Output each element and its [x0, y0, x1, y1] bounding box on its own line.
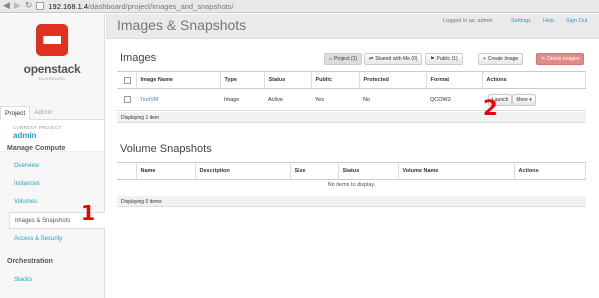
image-name-link[interactable]: TestVM [136, 88, 220, 111]
image-public: Yes [311, 88, 359, 111]
filter-project-button[interactable]: ⌂ Project (1) [324, 53, 363, 65]
annotation-marker-1: 1 [81, 201, 95, 225]
filter-public-label: Public (1) [436, 56, 458, 62]
select-all-cell [117, 71, 137, 89]
dashboard-tabs: Project Admin [0, 106, 104, 120]
col-description[interactable]: Description [195, 162, 291, 180]
snapshots-empty-message: No items to display. [327, 182, 376, 188]
reload-icon[interactable]: ↻ [25, 1, 34, 11]
col-protected[interactable]: Protected [359, 71, 427, 89]
snapshots-table-header: Name Description Size Status Volume Name… [117, 162, 586, 180]
col-image-name[interactable]: Image Name [136, 71, 221, 89]
logo-wordmark: openstack [23, 62, 81, 76]
sidebar: openstack DASHBOARD Project Admin CURREN… [0, 14, 105, 298]
image-format: QCOW2 [426, 88, 482, 111]
image-protected: No [359, 88, 426, 111]
col-volume-name[interactable]: Volume Name [398, 162, 515, 180]
section-manage-compute: Manage Compute [7, 145, 66, 152]
row-select-cell [117, 88, 136, 111]
sidebar-item-access-security[interactable]: Access & Security [14, 236, 62, 242]
filter-shared-button[interactable]: ⇄ Shared with Me (0) [364, 53, 423, 65]
logo-subtitle: DASHBOARD [38, 77, 66, 81]
share-icon: ⇄ [369, 56, 374, 62]
url-path: /dashboard/project/images_and_snapshots/ [88, 1, 234, 11]
delete-images-button[interactable]: ✕ Delete Images [536, 53, 585, 65]
browser-toolbar: ◀ ▶ ↻ 192.168.1.4/dashboard/project/imag… [0, 0, 599, 13]
col-format[interactable]: Format [426, 71, 483, 89]
volume-snapshots-heading: Volume Snapshots [120, 143, 212, 155]
current-project-label: CURRENT PROJECT [13, 125, 62, 130]
settings-link[interactable]: Settings [511, 18, 531, 24]
logged-in-text: Logged in as: admin [443, 18, 493, 24]
page-header: Images & Snapshots Logged in as: admin S… [106, 14, 599, 39]
col-public[interactable]: Public [311, 71, 360, 89]
col-snapshot-status[interactable]: Status [338, 162, 399, 180]
plus-icon: + [483, 56, 486, 62]
row-checkbox[interactable] [124, 96, 131, 103]
volume-snapshots-table: Name Description Size Status Volume Name… [117, 162, 586, 180]
images-table-header: Image Name Type Status Public Protected … [117, 71, 586, 89]
filter-shared-label: Shared with Me (0) [375, 56, 418, 62]
globe-icon: ⚑ [430, 56, 435, 62]
address-bar[interactable]: 192.168.1.4/dashboard/project/images_and… [48, 1, 233, 12]
tab-project[interactable]: Project [0, 106, 31, 120]
forward-icon[interactable]: ▶ [14, 1, 22, 11]
snapshots-select-cell [117, 162, 137, 180]
images-table: Image Name Type Status Public Protected … [117, 71, 586, 111]
create-image-label: Create Image [487, 56, 519, 62]
openstack-cube-icon [36, 24, 68, 56]
trash-icon: ✕ [541, 56, 546, 62]
snapshots-table-footer: Displaying 0 items [117, 196, 586, 207]
col-snapshot-actions: Actions [514, 162, 586, 180]
table-row: TestVM Image Active Yes No QCOW2 Launch M… [117, 88, 586, 111]
back-icon[interactable]: ◀ [3, 1, 11, 11]
sidebar-item-overview[interactable]: Overview [14, 163, 39, 169]
sidebar-item-volumes[interactable]: Volumes [14, 199, 37, 205]
more-dropdown[interactable]: More ▾ [512, 93, 536, 106]
col-actions: Actions [482, 71, 586, 89]
col-size[interactable]: Size [290, 162, 339, 180]
chevron-down-icon: ▾ [529, 96, 532, 103]
current-project-name: admin [13, 131, 37, 140]
create-image-button[interactable]: + Create Image [478, 53, 524, 65]
delete-images-label: Delete Images [547, 56, 580, 62]
url-host: 192.168.1.4 [48, 1, 89, 11]
col-snapshot-name[interactable]: Name [136, 162, 196, 180]
col-type[interactable]: Type [220, 71, 265, 89]
help-link[interactable]: Help [543, 18, 554, 24]
images-heading: Images [120, 52, 157, 64]
sign-out-link[interactable]: Sign Out [566, 18, 587, 24]
select-all-checkbox[interactable] [124, 76, 131, 84]
col-status[interactable]: Status [264, 71, 312, 89]
sidebar-item-stacks[interactable]: Stacks [14, 277, 32, 283]
more-label: More [516, 96, 528, 103]
tab-admin[interactable]: Admin [30, 106, 56, 120]
page-icon [36, 2, 45, 10]
main-content: Images & Snapshots Logged in as: admin S… [106, 14, 599, 298]
sidebar-item-instances[interactable]: Instances [14, 181, 40, 187]
openstack-logo[interactable]: openstack DASHBOARD [22, 24, 82, 99]
filter-public-button[interactable]: ⚑ Public (1) [425, 53, 463, 65]
section-orchestration: Orchestration [7, 258, 53, 265]
home-icon: ⌂ [329, 56, 333, 62]
image-status: Active [264, 88, 311, 111]
page-title: Images & Snapshots [117, 17, 247, 33]
annotation-marker-2: 2 [483, 96, 498, 120]
image-type: Image [220, 88, 264, 111]
images-table-footer: Displaying 1 item [117, 112, 586, 123]
filter-project-label: Project (1) [334, 56, 358, 62]
